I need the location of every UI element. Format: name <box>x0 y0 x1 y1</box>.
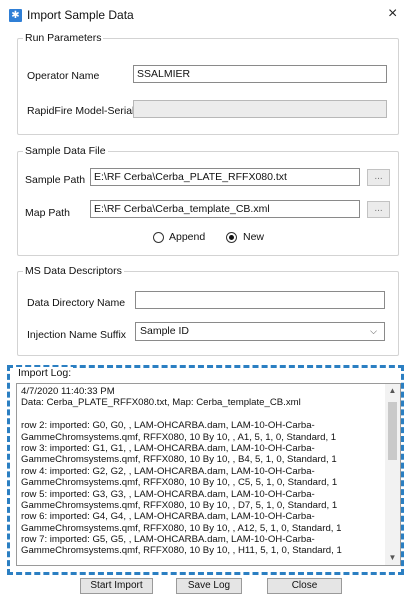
map-path-input[interactable]: E:\RF Cerba\Cerba_template_CB.xml <box>90 200 360 218</box>
log-line: GammeChromsystems.qmf, RFFX080, 10 By 10… <box>21 431 337 443</box>
window-title: Import Sample Data <box>27 8 134 22</box>
log-line: row 2: imported: G0, G0, , LAM-OHCARBA.d… <box>21 420 315 432</box>
import-log-textarea[interactable]: 4/7/2020 11:40:33 PM Data: Cerba_PLATE_RF… <box>16 383 401 566</box>
sample-path-input[interactable]: E:\RF Cerba\Cerba_PLATE_RFFX080.txt <box>90 168 360 186</box>
log-line: row 3: imported: G1, G1, , LAM-OHCARBA.d… <box>21 442 315 454</box>
new-radio[interactable] <box>226 232 237 243</box>
import-log-title: Import Log: <box>16 367 74 379</box>
log-line: GammeChromsystems.qmf, RFFX080, 10 By 10… <box>21 522 342 534</box>
sample-path-browse-button[interactable]: ... <box>367 169 390 186</box>
log-line: GammeChromsystems.qmf, RFFX080, 10 By 10… <box>21 499 338 511</box>
app-icon: ✱ <box>9 9 22 22</box>
import-log-content: 4/7/2020 11:40:33 PM Data: Cerba_PLATE_RF… <box>21 386 385 557</box>
injection-name-suffix-value: Sample ID <box>140 325 190 337</box>
operator-name-input[interactable]: SSALMIER <box>133 65 387 83</box>
run-parameters-title: Run Parameters <box>25 32 102 44</box>
log-line: row 5: imported: G3, G3, , LAM-OHCARBA.d… <box>21 488 315 500</box>
log-line: Data: Cerba_PLATE_RFFX080.txt, Map: Cerb… <box>21 397 301 409</box>
sample-path-label: Sample Path <box>25 174 86 186</box>
scroll-thumb[interactable] <box>388 402 397 460</box>
rapidfire-model-serial-label: RapidFire Model-Serial <box>27 105 135 117</box>
operator-name-label: Operator Name <box>27 70 100 82</box>
append-radio[interactable] <box>153 232 164 243</box>
log-line: row 6: imported: G4, G4, , LAM-OHCARBA.d… <box>21 511 315 523</box>
close-button[interactable]: Close <box>267 578 342 594</box>
scroll-up-icon[interactable]: ▲ <box>385 384 400 398</box>
new-label: New <box>243 231 265 243</box>
ms-data-descriptors-group: MS Data Descriptors <box>17 265 399 356</box>
log-line: GammeChromsystems.qmf, RFFX080, 10 By 10… <box>21 545 342 557</box>
log-line: row 4: imported: G2, G2, , LAM-OHCARBA.d… <box>21 465 315 477</box>
data-directory-name-input[interactable] <box>135 291 385 309</box>
injection-name-suffix-label: Injection Name Suffix <box>27 329 127 341</box>
log-line: GammeChromsystems.qmf, RFFX080, 10 By 10… <box>21 477 338 489</box>
scroll-down-icon[interactable]: ▼ <box>385 551 400 565</box>
close-icon[interactable]: × <box>388 5 397 23</box>
map-path-label: Map Path <box>25 207 70 219</box>
rapidfire-model-serial-input <box>133 100 387 118</box>
log-line: row 7: imported: G5, G5, , LAM-OHCARBA.d… <box>21 534 315 546</box>
ms-data-descriptors-title: MS Data Descriptors <box>25 265 122 277</box>
chevron-down-icon[interactable]: ⌵ <box>370 323 377 340</box>
title-bar: ✱ Import Sample Data × <box>0 0 411 30</box>
import-log-scrollbar[interactable]: ▲ ▼ <box>385 384 400 565</box>
map-path-browse-button[interactable]: ... <box>367 201 390 218</box>
save-log-button[interactable]: Save Log <box>176 578 242 594</box>
data-directory-name-label: Data Directory Name <box>27 297 126 309</box>
injection-name-suffix-select[interactable]: Sample ID ⌵ <box>135 322 385 341</box>
sample-data-file-title: Sample Data File <box>25 145 106 157</box>
append-label: Append <box>169 231 206 243</box>
log-line: 4/7/2020 11:40:33 PM <box>21 386 115 397</box>
run-parameters-group: Run Parameters <box>17 32 399 135</box>
start-import-button[interactable]: Start Import <box>80 578 153 594</box>
log-line: GammeChromsystems.qmf, RFFX080, 10 By 10… <box>21 454 337 466</box>
